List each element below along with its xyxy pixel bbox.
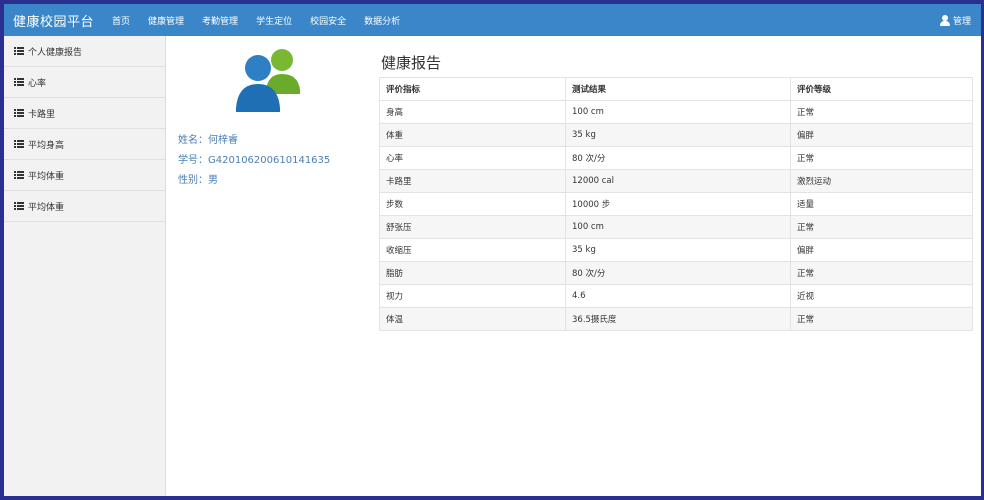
nav-item-analytics[interactable]: 数据分析	[364, 14, 400, 27]
nav-item-health[interactable]: 健康管理	[148, 14, 184, 27]
list-icon	[14, 109, 24, 117]
cell-grade: 偏胖	[790, 238, 973, 262]
cell-indicator: 视力	[379, 284, 566, 308]
cell-result: 10000 步	[565, 192, 791, 216]
cell-grade: 近视	[790, 284, 973, 308]
table-row: 视力 4.6 近视	[379, 284, 973, 308]
sidebar-item-avg-height[interactable]: 平均身高	[4, 129, 165, 160]
app-brand[interactable]: 健康校园平台	[13, 11, 94, 30]
cell-grade: 激烈运动	[790, 169, 973, 193]
cell-indicator: 收缩压	[379, 238, 566, 262]
cell-indicator: 步数	[379, 192, 566, 216]
sidebar-item-label: 平均体重	[28, 171, 65, 182]
cell-result: 35 kg	[565, 123, 791, 147]
table-row: 身高 100 cm 正常	[379, 100, 973, 124]
user-label: 管理	[952, 16, 971, 27]
cell-result: 4.6	[565, 284, 791, 308]
table-header-row: 评价指标 测试结果 评价等级	[379, 77, 973, 101]
table-row: 心率 80 次/分 正常	[379, 146, 973, 170]
cell-indicator: 脂肪	[379, 261, 566, 285]
health-report-table: 评价指标 测试结果 评价等级 身高 100 cm 正常 体重 35 kg 偏胖 …	[379, 77, 973, 331]
cell-indicator: 体重	[379, 123, 566, 147]
cell-indicator: 卡路里	[379, 169, 566, 193]
cell-indicator: 身高	[379, 100, 566, 124]
list-icon	[14, 78, 24, 86]
cell-indicator: 舒张压	[379, 215, 566, 239]
cell-result: 36.5摄氏度	[565, 307, 791, 331]
cell-grade: 正常	[790, 307, 973, 331]
cell-grade: 适量	[790, 192, 973, 216]
sidebar-item-label: 卡路里	[28, 109, 56, 120]
cell-result: 12000 cal	[565, 169, 791, 193]
nav-item-safety[interactable]: 校园安全	[310, 14, 346, 27]
nav-item-home[interactable]: 首页	[112, 14, 130, 27]
cell-result: 80 次/分	[565, 146, 791, 170]
table-row: 卡路里 12000 cal 激烈运动	[379, 169, 973, 193]
cell-result: 80 次/分	[565, 261, 791, 285]
list-icon	[14, 171, 24, 179]
column-header-grade: 评价等级	[790, 77, 973, 101]
list-icon	[14, 47, 24, 55]
bottom-border	[166, 496, 981, 500]
profile-name: 姓名：何梓睿	[178, 135, 238, 146]
cell-result: 35 kg	[565, 238, 791, 262]
sidebar-item-label: 个人健康报告	[28, 47, 83, 58]
cell-grade: 正常	[790, 215, 973, 239]
nav-item-location[interactable]: 学生定位	[256, 14, 292, 27]
column-header-indicator: 评价指标	[379, 77, 566, 101]
user-menu[interactable]: 管理	[939, 14, 971, 27]
column-header-result: 测试结果	[565, 77, 791, 101]
sidebar-item-avg-weight[interactable]: 平均体重	[4, 160, 165, 191]
nav-item-attendance[interactable]: 考勤管理	[202, 14, 238, 27]
table-row: 脂肪 80 次/分 正常	[379, 261, 973, 285]
cell-grade: 正常	[790, 100, 973, 124]
table-row: 步数 10000 步 适量	[379, 192, 973, 216]
cell-indicator: 体温	[379, 307, 566, 331]
sidebar-item-avg-weight-2[interactable]: 平均体重	[4, 191, 165, 222]
sidebar-item-label: 心率	[28, 78, 47, 89]
table-row: 舒张压 100 cm 正常	[379, 215, 973, 239]
cell-grade: 偏胖	[790, 123, 973, 147]
cell-result: 100 cm	[565, 215, 791, 239]
profile-student-id: 学号：G420106200610141635	[178, 155, 331, 166]
sidebar-item-label: 平均身高	[28, 140, 65, 151]
cell-grade: 正常	[790, 146, 973, 170]
user-icon	[939, 14, 950, 26]
list-icon	[14, 140, 24, 148]
report-title: 健康报告	[381, 54, 442, 72]
sidebar: 个人健康报告 心率 卡路里 平均身高 平均体重 平均体重	[4, 36, 166, 496]
profile-gender: 性别：男	[178, 175, 218, 186]
sidebar-item-label: 平均体重	[28, 202, 65, 213]
list-icon	[14, 202, 24, 210]
table-row: 体重 35 kg 偏胖	[379, 123, 973, 147]
cell-indicator: 心率	[379, 146, 566, 170]
sidebar-item-calories[interactable]: 卡路里	[4, 98, 165, 129]
sidebar-item-personal-report[interactable]: 个人健康报告	[4, 36, 165, 67]
top-navbar: 健康校园平台 首页 健康管理 考勤管理 学生定位 校园安全 数据分析 管理	[4, 4, 981, 36]
sidebar-item-heart-rate[interactable]: 心率	[4, 67, 165, 98]
cell-grade: 正常	[790, 261, 973, 285]
table-row: 体温 36.5摄氏度 正常	[379, 307, 973, 331]
user-group-avatar-icon	[236, 49, 300, 112]
cell-result: 100 cm	[565, 100, 791, 124]
table-row: 收缩压 35 kg 偏胖	[379, 238, 973, 262]
